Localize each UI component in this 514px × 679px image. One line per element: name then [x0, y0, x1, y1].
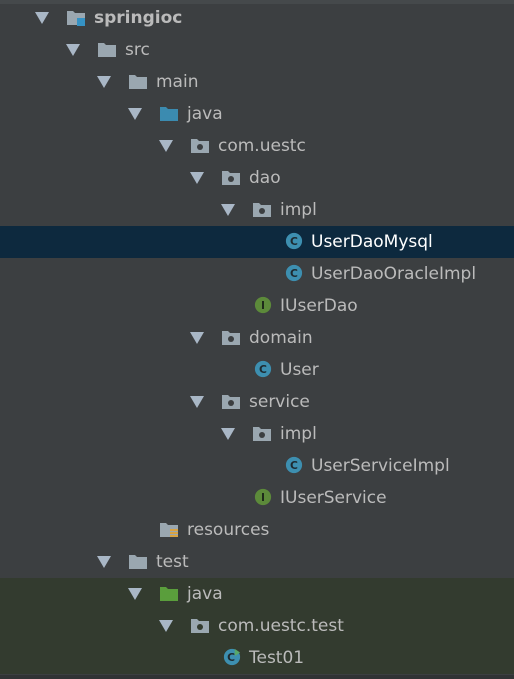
tree-node-i-user-dao[interactable]: I IUserDao	[0, 290, 514, 322]
expand-arrow-icon[interactable]	[221, 428, 235, 440]
svg-text:C: C	[290, 235, 298, 248]
expand-arrow-icon[interactable]	[190, 332, 204, 344]
svg-text:C: C	[259, 363, 267, 376]
tree-node-resources[interactable]: resources	[0, 514, 514, 546]
package-icon	[253, 427, 271, 441]
tree-node-springioc[interactable]: springioc	[0, 2, 514, 34]
tree-node-test-java[interactable]: java	[0, 578, 514, 610]
project-tree[interactable]: springioc src main java com.uestc dao im…	[0, 2, 514, 674]
expand-arrow-icon[interactable]	[128, 588, 142, 600]
package-icon	[222, 395, 240, 409]
expand-arrow-icon[interactable]	[159, 620, 173, 632]
folder-icon	[129, 555, 147, 569]
tree-label: test	[156, 552, 189, 572]
tree-node-dao-impl[interactable]: impl	[0, 194, 514, 226]
interface-icon: I	[254, 296, 272, 314]
tree-label: springioc	[94, 8, 183, 28]
tree-node-i-user-service[interactable]: I IUserService	[0, 482, 514, 514]
tree-label: IUserDao	[280, 296, 358, 316]
tree-label: resources	[187, 520, 270, 540]
bottom-edge	[0, 675, 514, 679]
class-icon: C	[285, 232, 303, 250]
tree-node-service-impl[interactable]: impl	[0, 418, 514, 450]
tree-label: UserDaoMysql	[311, 232, 433, 252]
tree-label: domain	[249, 328, 313, 348]
package-icon	[191, 139, 209, 153]
interface-icon: I	[254, 488, 272, 506]
expand-arrow-icon[interactable]	[221, 204, 235, 216]
expand-arrow-icon[interactable]	[159, 140, 173, 152]
folder-icon	[98, 43, 116, 57]
tree-node-main-java[interactable]: java	[0, 98, 514, 130]
expand-arrow-icon[interactable]	[190, 172, 204, 184]
tree-node-service[interactable]: service	[0, 386, 514, 418]
svg-text:I: I	[261, 491, 265, 504]
test-source-root-folder-icon	[160, 587, 178, 601]
folder-icon	[129, 75, 147, 89]
runnable-class-icon: C	[223, 648, 241, 666]
class-icon: C	[254, 360, 272, 378]
source-root-folder-icon	[160, 107, 178, 121]
tree-label: dao	[249, 168, 281, 188]
tree-node-user-dao-mysql[interactable]: C UserDaoMysql	[0, 226, 514, 258]
resources-folder-icon	[160, 523, 178, 537]
tree-node-main[interactable]: main	[0, 66, 514, 98]
tree-node-com-uestc[interactable]: com.uestc	[0, 130, 514, 162]
tree-label: service	[249, 392, 310, 412]
package-icon	[253, 203, 271, 217]
expand-arrow-icon[interactable]	[128, 108, 142, 120]
package-icon	[222, 171, 240, 185]
tree-label: impl	[280, 200, 317, 220]
module-folder-icon	[67, 11, 85, 26]
expand-arrow-icon[interactable]	[97, 556, 111, 568]
tree-label: com.uestc.test	[218, 616, 344, 636]
tree-label: UserServiceImpl	[311, 456, 450, 476]
tree-label: Test01	[249, 648, 305, 668]
package-icon	[222, 331, 240, 345]
tree-label: UserDaoOracleImpl	[311, 264, 477, 284]
svg-text:C: C	[290, 459, 298, 472]
tree-node-user-service-impl[interactable]: C UserServiceImpl	[0, 450, 514, 482]
svg-text:C: C	[227, 651, 235, 664]
tree-label: User	[280, 360, 319, 380]
svg-text:C: C	[290, 267, 298, 280]
expand-arrow-icon[interactable]	[35, 12, 49, 24]
tree-node-test[interactable]: test	[0, 546, 514, 578]
tree-node-test01[interactable]: C Test01	[0, 642, 514, 674]
tree-node-src[interactable]: src	[0, 34, 514, 66]
class-icon: C	[285, 456, 303, 474]
expand-arrow-icon[interactable]	[97, 76, 111, 88]
tree-node-dao[interactable]: dao	[0, 162, 514, 194]
expand-arrow-icon[interactable]	[66, 44, 80, 56]
tree-label: IUserService	[280, 488, 387, 508]
tree-label: java	[187, 584, 223, 604]
tree-label: com.uestc	[218, 136, 306, 156]
tree-label: src	[125, 40, 150, 60]
expand-arrow-icon[interactable]	[190, 396, 204, 408]
tree-label: main	[156, 72, 199, 92]
tree-node-domain[interactable]: domain	[0, 322, 514, 354]
tree-label: java	[187, 104, 223, 124]
tree-node-user[interactable]: C User	[0, 354, 514, 386]
tree-label: impl	[280, 424, 317, 444]
tree-node-com-uestc-test[interactable]: com.uestc.test	[0, 610, 514, 642]
tree-node-user-dao-oracle-impl[interactable]: C UserDaoOracleImpl	[0, 258, 514, 290]
class-icon: C	[285, 264, 303, 282]
package-icon	[191, 619, 209, 633]
svg-text:I: I	[261, 299, 265, 312]
